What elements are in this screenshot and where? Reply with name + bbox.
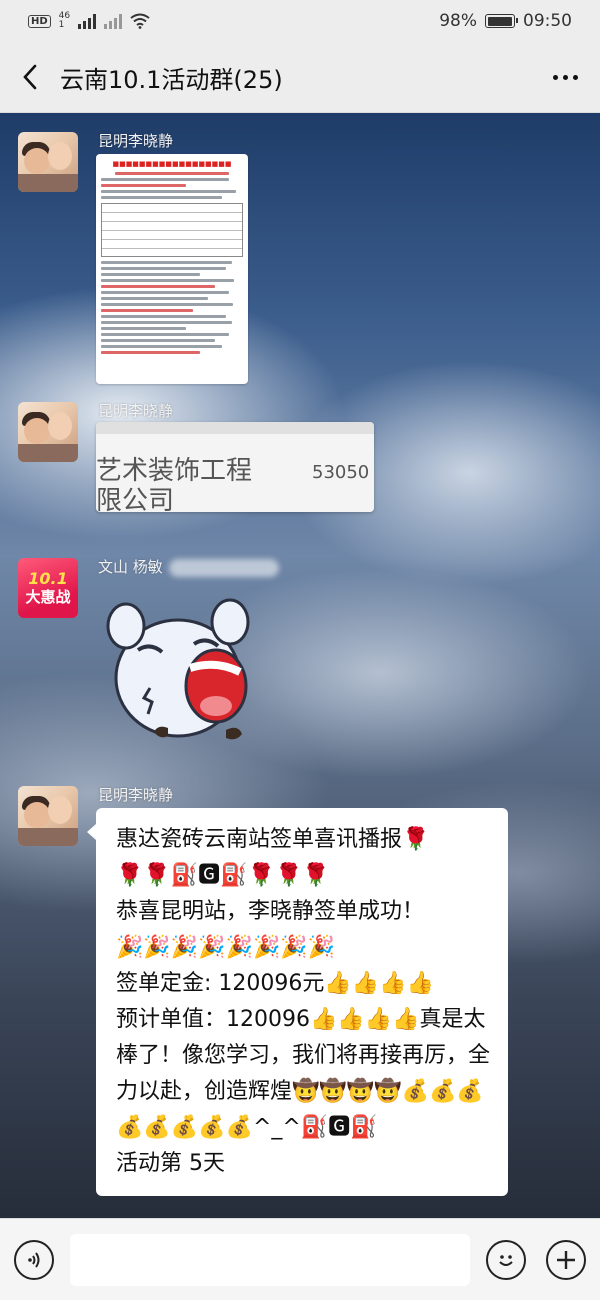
promo-avatar-bottom: 大惠战 xyxy=(25,588,71,606)
message-line: 惠达瓷砖云南站签单喜讯播报🌹 xyxy=(116,827,430,852)
status-bar: HD 46 1 98% 09:50 xyxy=(0,0,600,42)
message-line: 恭喜昆明站，李晓静签单成功！ xyxy=(116,899,425,924)
avatar[interactable] xyxy=(18,786,78,846)
sender-name: 昆明李晓静 xyxy=(98,402,174,420)
blurred-name xyxy=(168,558,279,577)
sender-name: 文山 杨敏 xyxy=(98,556,279,577)
sender-name: 昆明李晓静 xyxy=(98,132,174,150)
image-text-line2: 限公司 xyxy=(96,486,175,512)
plus-icon xyxy=(557,1250,575,1269)
chat-title: 云南10.1活动群(25) xyxy=(60,65,283,94)
more-button[interactable] xyxy=(530,42,600,113)
avatar[interactable] xyxy=(18,132,78,192)
network-label-bottom: 1 xyxy=(58,20,65,30)
plus-button[interactable] xyxy=(546,1239,586,1280)
input-bar xyxy=(0,1218,600,1300)
avatar[interactable] xyxy=(18,402,78,462)
battery-icon xyxy=(485,14,518,28)
promo-avatar-top: 10.1 xyxy=(28,569,68,588)
laughing-sticker-icon[interactable] xyxy=(98,588,258,748)
sender-name: 昆明李晓静 xyxy=(98,786,174,804)
back-button[interactable] xyxy=(0,42,60,113)
message-line: 签单定金: 120096元👍👍👍👍 xyxy=(116,971,434,996)
chevron-left-icon xyxy=(23,64,37,90)
more-dots-icon xyxy=(552,74,558,80)
message-line: 预计单值：120096👍👍👍👍真是太棒了！像您学习，我们将再接再厉，全力以赴，创… xyxy=(116,1007,491,1140)
status-right: 98% 09:50 xyxy=(439,11,572,31)
text-bubble[interactable]: 惠达瓷砖云南站签单喜讯播报🌹 🌹🌹⛽🅶⛽🌹🌹🌹 恭喜昆明站，李晓静签单成功！ 🎉… xyxy=(87,808,508,1196)
message-line: 🎉🎉🎉🎉🎉🎉🎉🎉 xyxy=(116,935,336,960)
hd-badge: HD xyxy=(28,14,51,28)
wifi-icon xyxy=(130,13,150,29)
message-line: 🌹🌹⛽🅶⛽🌹🌹🌹 xyxy=(116,863,330,888)
signal-empty-icon xyxy=(104,13,123,29)
status-left: HD 46 1 xyxy=(28,12,150,30)
message-input[interactable] xyxy=(70,1233,470,1286)
message-line: 活动第 5天 xyxy=(116,1151,225,1176)
voice-button[interactable] xyxy=(14,1239,54,1280)
network-type: 46 1 xyxy=(59,12,70,30)
cropped-document-image[interactable]: 艺术装饰工程 限公司 53050 xyxy=(96,422,374,512)
document-image[interactable]: ■■■■■■■■■■■■■■■■■■ xyxy=(96,154,248,384)
smile-icon xyxy=(499,1254,513,1266)
image-text-number: 53050 xyxy=(312,462,370,483)
emoji-button[interactable] xyxy=(486,1239,526,1280)
voice-icon xyxy=(28,1251,40,1268)
signal-icon xyxy=(78,13,97,29)
clock: 09:50 xyxy=(523,11,572,31)
battery-percent: 98% xyxy=(439,11,477,31)
avatar[interactable]: 10.1 大惠战 xyxy=(18,558,78,618)
chat-header: 云南10.1活动群(25) xyxy=(0,42,600,113)
